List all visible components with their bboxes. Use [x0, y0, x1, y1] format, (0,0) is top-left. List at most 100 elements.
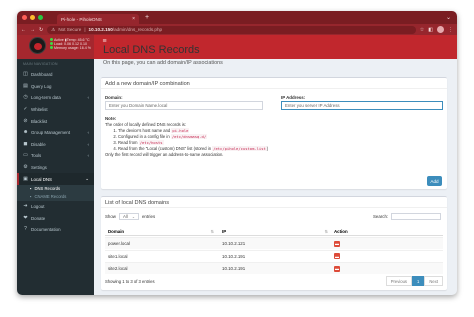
- domain-input[interactable]: Enter you Domain Name.local: [105, 101, 263, 110]
- gear-icon: ⚙: [23, 164, 28, 171]
- previous-page-button[interactable]: Previous: [385, 276, 413, 286]
- sidebar-subitem-dns-records[interactable]: ▪ DNS Records: [17, 185, 94, 193]
- chevron-down-icon: ⌄: [132, 214, 135, 219]
- next-page-button[interactable]: Next: [424, 276, 443, 286]
- page-title: Local DNS Records: [103, 44, 200, 56]
- address-book-icon: ▣: [23, 175, 28, 182]
- trash-icon: ▬: [335, 266, 339, 271]
- search-control: Search:: [373, 213, 442, 220]
- path-code: /etc/hosts: [138, 140, 164, 145]
- chevron-icon: ‹: [87, 153, 90, 159]
- path-code: /etc/pihole/custom.list: [212, 146, 267, 151]
- bullet-icon: ▪: [30, 194, 32, 200]
- sidebar-item-logout[interactable]: ➜ Logout: [17, 201, 94, 213]
- bullet-icon: ▪: [30, 186, 32, 192]
- sort-icon: ⇅: [210, 228, 214, 234]
- sort-icon: ⇅: [324, 228, 328, 234]
- users-icon: ☻: [23, 129, 29, 136]
- file-icon: ▤: [23, 82, 28, 89]
- local-dns-submenu: ▪ DNS Records ▪ CNAME Records: [17, 184, 94, 201]
- sidebar-item-dashboard[interactable]: ◫ Dashboard: [17, 69, 94, 81]
- sidebar-item-label: Documentation: [31, 227, 61, 233]
- order-note: Note: The order of locally defined DNS r…: [105, 116, 443, 158]
- sidebar-item-long-term-data[interactable]: ◷ Long-term data ‹: [17, 92, 94, 104]
- table-body: power.local 10.10.2.121 ▬ site1.local 10.10.…: [101, 237, 447, 275]
- column-ip[interactable]: IP ⇅: [222, 226, 332, 236]
- sidebar-item-tools[interactable]: ▭ Tools ‹: [17, 150, 94, 162]
- column-domain[interactable]: Domain ⇅: [108, 226, 218, 236]
- chevron-icon: ⌄: [85, 176, 89, 182]
- sidebar-item-label: Dashboard: [31, 72, 53, 78]
- sidebar-item-query-log[interactable]: ▤ Query Log: [17, 81, 94, 93]
- not-secure-label: Not Secure: [58, 27, 82, 32]
- path-code: pi.hole: [171, 128, 190, 133]
- trash-icon: ▬: [335, 241, 339, 246]
- dashboard-icon: ◫: [23, 71, 28, 78]
- sidebar-item-donate[interactable]: ❤ Donate: [17, 213, 94, 225]
- stop-icon: ◼: [23, 140, 28, 147]
- column-action: Action: [334, 228, 348, 234]
- entries-select[interactable]: All ⌄: [118, 213, 139, 220]
- minimize-window-button[interactable]: [30, 15, 35, 20]
- ban-icon: ⊘: [23, 117, 28, 124]
- chevron-icon: ‹: [87, 130, 90, 136]
- sidebar-item-blacklist[interactable]: ⊘ Blacklist: [17, 115, 94, 127]
- new-tab-icon[interactable]: +: [145, 14, 149, 21]
- delete-button[interactable]: ▬: [334, 265, 340, 272]
- folder-icon: ▭: [23, 152, 28, 159]
- page-1-button[interactable]: 1: [412, 276, 425, 286]
- sidebar-item-disable[interactable]: ◼ Disable ‹: [17, 139, 94, 151]
- sidebar-item-whitelist[interactable]: ✓ Whitelist: [17, 104, 94, 116]
- address-bar[interactable]: ⚠ Not Secure | 10.10.2.150/admin/dns_rec…: [47, 25, 416, 34]
- sidebar-item-local-dns[interactable]: ▣ Local DNS ⌄: [17, 173, 94, 185]
- browser-tabbar: Pi-hole - PiholeDNS × + ⌄: [17, 11, 457, 24]
- delete-button[interactable]: ▬: [334, 253, 340, 259]
- sidebar-item-label: Disable: [31, 141, 46, 147]
- domain-label: Domain:: [105, 95, 123, 100]
- domain-cell: site2.local: [108, 266, 128, 271]
- sidebar-item-group-management[interactable]: ☻ Group Management ‹: [17, 127, 94, 139]
- sidebar-item-label: Donate: [31, 215, 46, 221]
- nav-list: ◫ Dashboard ▤ Query Log ◷ Long-term data ‹ ✓ Whi…: [17, 69, 94, 236]
- check-circle-icon: ✓: [23, 106, 28, 113]
- pagination: Previous 1 Next: [385, 276, 443, 286]
- domain-cell: site1.local: [108, 253, 128, 259]
- search-input[interactable]: [391, 213, 442, 220]
- browser-tab[interactable]: Pi-hole - PiholeDNS ×: [57, 14, 139, 24]
- back-icon[interactable]: ←: [21, 27, 26, 33]
- url-path: /admin/dns_records.php: [112, 27, 163, 32]
- order-list: The device's host name and pi.holeConfig…: [105, 128, 443, 152]
- system-status: Active ▮Temp: 45.6 °C Load: 0.06 0.12 0.…: [50, 38, 91, 51]
- star-icon[interactable]: ☆: [420, 27, 424, 33]
- avatar[interactable]: [437, 26, 444, 33]
- sidebar-item-label: Blacklist: [31, 118, 48, 124]
- close-tab-icon[interactable]: ×: [132, 16, 135, 22]
- browser-window: Pi-hole - PiholeDNS × + ⌄ ← → ↻ ⚠ Not Se…: [17, 11, 457, 295]
- delete-button[interactable]: ▬: [334, 240, 340, 247]
- ip-label: IP Address:: [281, 95, 306, 100]
- sidebar-item-label: Local DNS: [31, 176, 52, 182]
- tab-list-chevron-icon[interactable]: ⌄: [446, 14, 451, 21]
- sidebar-item-label: Tools: [31, 153, 42, 159]
- nav-header: MAIN NAVIGATION: [23, 62, 58, 66]
- sidebar-item-documentation[interactable]: ? Documentation: [17, 224, 94, 236]
- sidebar-item-label: Logout: [31, 204, 45, 210]
- add-button[interactable]: Add: [427, 176, 442, 186]
- sidebar-item-label: Long-term data: [31, 95, 61, 101]
- reload-icon[interactable]: ↻: [39, 27, 43, 33]
- sidebar-header: Active ▮Temp: 45.6 °C Load: 0.06 0.12 0.…: [17, 35, 94, 59]
- forward-icon[interactable]: →: [30, 27, 35, 33]
- table-row: power.local 10.10.2.121 ▬: [105, 237, 443, 249]
- sidebar-subitem-cname-records[interactable]: ▪ CNAME Records: [17, 193, 94, 201]
- extensions-icon[interactable]: ◧: [428, 27, 433, 33]
- ip-input[interactable]: Enter you server IP Address: [281, 101, 443, 110]
- sidebar-subitem-label: DNS Records: [34, 186, 61, 192]
- sidebar-item-settings[interactable]: ⚙ Settings: [17, 162, 94, 174]
- close-window-button[interactable]: [22, 15, 27, 20]
- length-control: Show All ⌄ entries: [105, 213, 156, 220]
- pihole-logo: [29, 37, 46, 54]
- maximize-window-button[interactable]: [38, 15, 43, 20]
- menu-icon[interactable]: ⋮: [448, 27, 453, 33]
- main-content: ≡ Local DNS Records On this page, you ca…: [94, 35, 457, 295]
- question-circle-icon: ?: [24, 226, 27, 233]
